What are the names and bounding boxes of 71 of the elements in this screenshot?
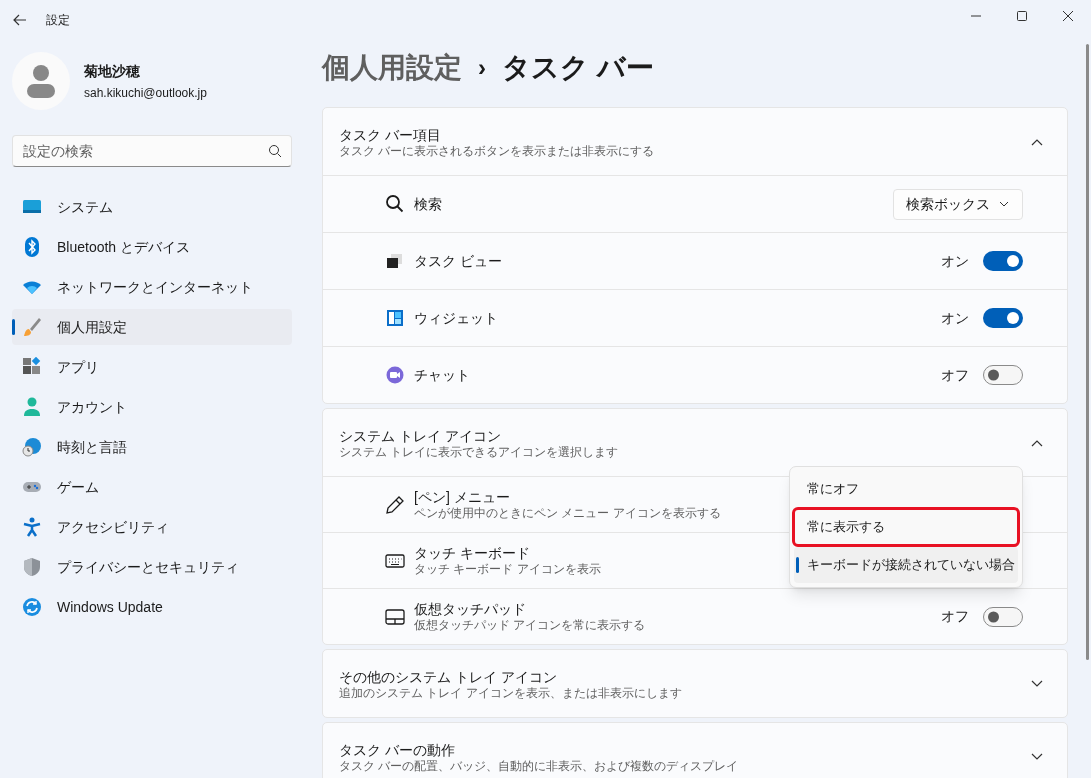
setting-label: [ペン] メニュー <box>414 488 510 506</box>
setting-label: タスク ビュー <box>414 252 502 270</box>
setting-description: ペンが使用中のときにペン メニュー アイコンを表示する <box>414 506 721 521</box>
sidebar-item[interactable]: プライバシーとセキュリティ <box>12 549 292 585</box>
setting-label: 仮想タッチパッド <box>414 600 526 618</box>
setting-label: ウィジェット <box>414 309 498 327</box>
sidebar-item[interactable]: 個人用設定 <box>12 309 292 345</box>
search-field[interactable]: 設定の検索 <box>12 135 292 167</box>
widgets-icon <box>385 308 405 328</box>
pen-icon <box>385 494 405 515</box>
section-description: システム トレイに表示できるアイコンを選択します <box>339 444 620 459</box>
setting-description: 仮想タッチパッド アイコンを常に表示する <box>414 618 646 633</box>
account-email: sah.kikuchi@outlook.jp <box>84 84 207 102</box>
section-title: システム トレイ アイコン <box>339 426 502 445</box>
back-arrow-icon[interactable] <box>12 12 28 28</box>
person-icon <box>22 397 42 417</box>
setting-description: タッチ キーボード アイコンを表示 <box>414 562 601 577</box>
setting-label: タッチ キーボード <box>414 544 530 562</box>
section-title: タスク バーの動作 <box>339 740 456 759</box>
setting-label: 検索 <box>414 195 442 213</box>
close-icon <box>1063 11 1073 21</box>
section-description: タスク バーの配置、バッジ、自動的に非表示、および複数のディスプレイ <box>339 758 740 773</box>
toggle-state-text: オフ <box>941 607 969 626</box>
bluetooth-icon <box>22 237 42 257</box>
section-description: タスク バーに表示されるボタンを表示または非表示にする <box>339 143 656 158</box>
accessibility-icon <box>22 517 42 537</box>
section-description: 追加のシステム トレイ アイコンを表示、または非表示にします <box>339 685 683 700</box>
menu-option[interactable]: 常にオフ <box>794 471 1018 507</box>
toggle-state-text: オン <box>941 251 969 271</box>
sidebar-item[interactable]: ネットワークとインターネット <box>12 269 292 305</box>
sidebar-item[interactable]: Windows Update <box>12 589 292 625</box>
minimize-icon <box>971 15 981 17</box>
section-title: タスク バー項目 <box>339 125 442 144</box>
chat-icon <box>385 365 405 385</box>
touchpad-icon <box>385 606 405 627</box>
toggle-switch[interactable] <box>983 308 1023 328</box>
search-icon <box>385 194 405 214</box>
sidebar-item[interactable]: システム <box>12 189 292 225</box>
search-icon <box>268 144 282 158</box>
shield-icon <box>22 557 42 577</box>
selection-indicator <box>796 557 799 573</box>
account-name: 菊地沙穂 <box>84 61 141 81</box>
toggle-state-text: オン <box>941 308 969 328</box>
toggle-switch[interactable] <box>983 251 1023 271</box>
task-view-icon <box>385 251 405 271</box>
dropdown[interactable]: 検索ボックス <box>893 188 1023 220</box>
setting-label: チャット <box>414 366 470 384</box>
toggle-switch[interactable] <box>983 365 1023 385</box>
scrollbar[interactable] <box>1086 44 1089 660</box>
maximize-icon <box>1017 11 1027 21</box>
sidebar-item[interactable]: Bluetooth とデバイス <box>12 229 292 265</box>
menu-option[interactable]: キーボードが接続されていない場合 <box>794 547 1018 583</box>
toggle-switch[interactable] <box>983 606 1023 627</box>
sidebar-item[interactable]: 時刻と言語 <box>12 429 292 465</box>
sync-icon <box>22 597 42 617</box>
selection-indicator <box>12 319 15 335</box>
globe-clock-icon <box>22 437 42 457</box>
window-title: 設定 <box>46 12 70 29</box>
sidebar-item[interactable]: アカウント <box>12 389 292 425</box>
menu-option[interactable]: 常に表示する <box>794 509 1018 545</box>
page-title: タスク バー <box>502 51 654 85</box>
section-title: その他のシステム トレイ アイコン <box>339 667 558 686</box>
sidebar-item[interactable]: ゲーム <box>12 469 292 505</box>
sidebar-item[interactable]: アプリ <box>12 349 292 385</box>
sidebar-item[interactable]: アクセシビリティ <box>12 509 292 545</box>
person-silhouette-icon <box>26 64 56 98</box>
breadcrumb-link[interactable]: 個人用設定 <box>322 47 462 89</box>
apps-icon <box>22 357 42 377</box>
toggle-state-text: オフ <box>941 365 969 385</box>
paintbrush-icon <box>22 317 42 337</box>
breadcrumb-separator: › <box>478 53 486 83</box>
